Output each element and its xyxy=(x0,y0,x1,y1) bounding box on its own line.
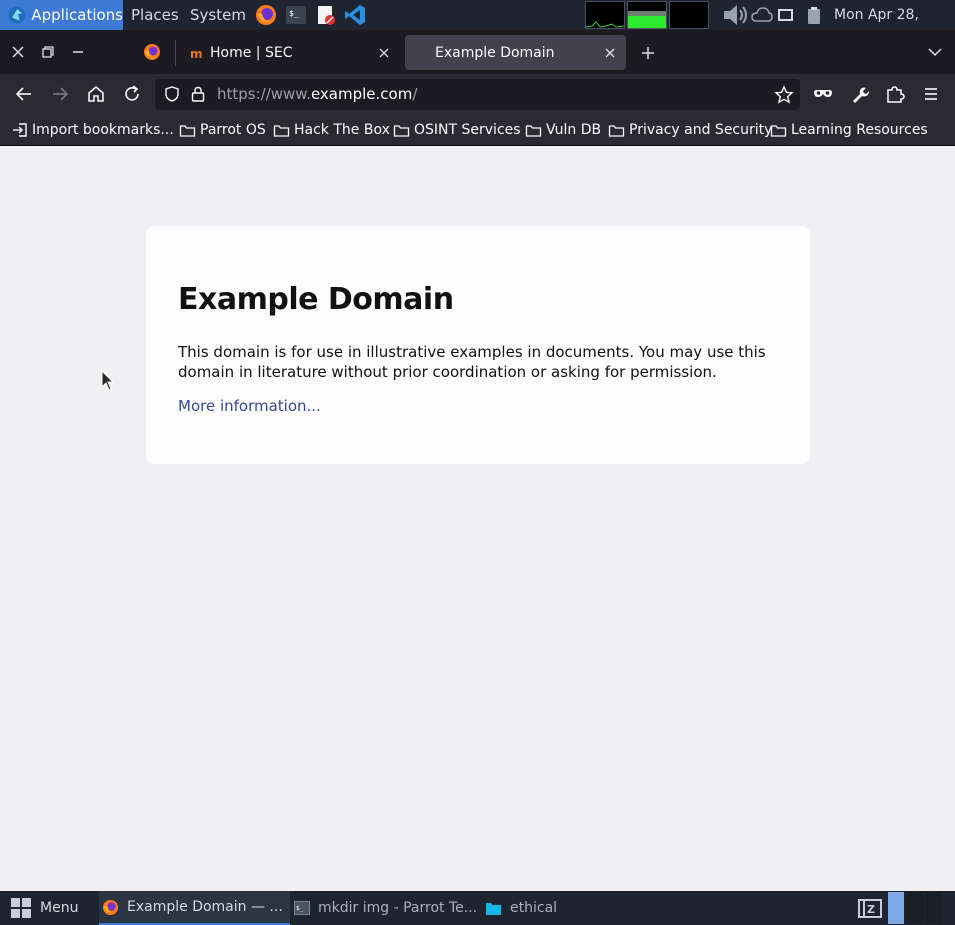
network-graph xyxy=(669,1,709,29)
reload-icon[interactable] xyxy=(120,82,144,106)
clipboard-icon[interactable] xyxy=(806,5,822,25)
terminal-icon: $_ xyxy=(294,901,310,915)
workspace-3[interactable] xyxy=(926,892,942,924)
web-page-content: Example Domain This domain is for use in… xyxy=(0,146,955,891)
text-editor-launcher-icon[interactable] xyxy=(315,4,337,26)
close-tab-icon[interactable] xyxy=(604,47,616,59)
close-tab-icon[interactable] xyxy=(378,47,390,59)
wrench-icon[interactable] xyxy=(847,82,871,106)
firefox-launcher-icon[interactable] xyxy=(255,4,277,26)
url-prefix: https://www. xyxy=(217,85,311,103)
volume-icon[interactable] xyxy=(721,2,751,28)
bookmark-label: Privacy and Security xyxy=(629,122,773,138)
folder-icon xyxy=(486,902,501,915)
page-heading: Example Domain xyxy=(178,282,454,317)
folder-icon xyxy=(393,124,410,137)
memory-graph xyxy=(627,1,667,29)
lock-icon[interactable] xyxy=(190,85,206,103)
firefox-icon xyxy=(102,899,119,915)
workspace-2[interactable] xyxy=(907,892,923,924)
bookmark-folder-learning-resources[interactable]: Learning Resources xyxy=(770,120,928,140)
folder-icon xyxy=(273,124,290,137)
more-information-link[interactable]: More information... xyxy=(178,397,321,415)
folder-icon xyxy=(525,124,542,137)
address-bar[interactable]: https://www.example.com/ xyxy=(155,79,800,110)
url-suffix: / xyxy=(412,85,418,103)
taskbar-item-terminal[interactable]: $_ mkdir img - Parrot Te... xyxy=(294,891,477,925)
taskbar-item-example-domain[interactable]: Example Domain — ... xyxy=(99,891,290,925)
taskbar-item-ethical-folder[interactable]: ethical xyxy=(485,891,557,925)
bookmark-folder-parrot-os[interactable]: Parrot OS xyxy=(179,120,266,140)
svg-text:m: m xyxy=(190,47,203,60)
restore-window-icon[interactable] xyxy=(38,42,58,62)
bookmark-import-bookmarks[interactable]: Import bookmarks... xyxy=(12,120,174,140)
minimize-window-icon[interactable] xyxy=(68,42,88,62)
firefox-view-icon[interactable] xyxy=(143,43,161,61)
tab-example-domain[interactable]: Example Domain xyxy=(405,35,626,70)
home-icon[interactable] xyxy=(84,82,108,106)
vscode-launcher-icon[interactable] xyxy=(344,4,366,26)
url-host: example.com xyxy=(310,85,413,103)
bookmark-label: Parrot OS xyxy=(200,122,266,138)
grid-menu-icon xyxy=(11,898,31,918)
clock[interactable]: Mon Apr 28, 17:07 xyxy=(834,0,955,53)
bookmark-folder-vuln-db[interactable]: Vuln DB xyxy=(525,120,601,140)
menu-label: Menu xyxy=(40,900,79,916)
tab-title: Home | SEC xyxy=(210,44,293,61)
task-label: ethical xyxy=(510,900,558,916)
bookmark-folder-hack-the-box[interactable]: Hack The Box xyxy=(273,120,390,140)
bookmark-label: Learning Resources xyxy=(791,122,928,138)
sec-favicon-icon: m xyxy=(190,47,203,60)
navigation-toolbar: https://www.example.com/ xyxy=(0,74,955,114)
workspace-1[interactable] xyxy=(888,892,904,924)
workspace-switcher-icon[interactable]: Z xyxy=(858,897,882,919)
bookmark-label: Import bookmarks... xyxy=(32,122,174,138)
url-text[interactable]: https://www.example.com/ xyxy=(217,85,417,103)
import-icon xyxy=(13,123,27,137)
close-window-icon[interactable] xyxy=(8,42,28,62)
parrot-logo-icon xyxy=(8,6,26,24)
terminal-launcher-icon[interactable]: $_ xyxy=(285,4,307,26)
bottom-taskbar: Menu Example Domain — ... $_ mkdir img -… xyxy=(0,891,955,925)
start-menu-button[interactable]: Menu xyxy=(10,891,78,925)
svg-text:$_: $_ xyxy=(296,905,304,912)
display-icon[interactable] xyxy=(777,8,795,24)
bookmark-star-icon[interactable] xyxy=(774,85,794,105)
applications-menu-button[interactable]: Applications xyxy=(0,0,123,30)
folder-icon xyxy=(608,124,625,137)
cpu-graph xyxy=(585,1,625,29)
app-menu-hamburger-icon[interactable] xyxy=(919,82,943,106)
applications-label: Applications xyxy=(31,6,123,24)
system-menu[interactable]: System xyxy=(190,0,246,30)
bookmark-label: Vuln DB xyxy=(546,122,602,138)
list-all-tabs-chevron-down-icon[interactable] xyxy=(927,46,943,58)
folder-icon xyxy=(770,124,787,137)
private-mask-icon[interactable] xyxy=(811,82,835,106)
extensions-puzzle-icon[interactable] xyxy=(883,82,907,106)
task-label: Example Domain — ... xyxy=(127,899,283,915)
top-panel: Applications Places System $_ Mon Apr 28… xyxy=(0,0,955,53)
bookmark-label: Hack The Box xyxy=(294,122,390,138)
bookmarks-toolbar: Import bookmarks... Parrot OS Hack The B… xyxy=(0,114,955,146)
tab-separator xyxy=(175,40,176,66)
new-tab-icon[interactable] xyxy=(640,45,656,61)
back-arrow-icon[interactable] xyxy=(12,82,36,106)
places-menu[interactable]: Places xyxy=(131,0,179,30)
tab-home-sec[interactable]: m Home | SEC xyxy=(178,35,400,70)
cloud-icon[interactable] xyxy=(751,5,773,25)
svg-text:Z: Z xyxy=(867,903,875,916)
tab-title: Example Domain xyxy=(435,44,555,61)
example-domain-card: Example Domain This domain is for use in… xyxy=(146,226,810,464)
page-paragraph: This domain is for use in illustrative e… xyxy=(178,343,766,381)
browser-tab-bar: m Home | SEC Example Domain xyxy=(0,30,955,74)
mouse-cursor-icon xyxy=(101,369,115,391)
task-label: mkdir img - Parrot Te... xyxy=(318,900,478,916)
folder-icon xyxy=(179,124,196,137)
bookmark-label: OSINT Services xyxy=(414,122,521,138)
forward-arrow-icon[interactable] xyxy=(48,82,72,106)
tracking-protection-shield-icon[interactable] xyxy=(163,85,181,103)
bookmark-folder-osint-services[interactable]: OSINT Services xyxy=(393,120,521,140)
svg-text:$_: $_ xyxy=(289,9,299,18)
bookmark-folder-privacy-and-security[interactable]: Privacy and Security xyxy=(608,120,772,140)
